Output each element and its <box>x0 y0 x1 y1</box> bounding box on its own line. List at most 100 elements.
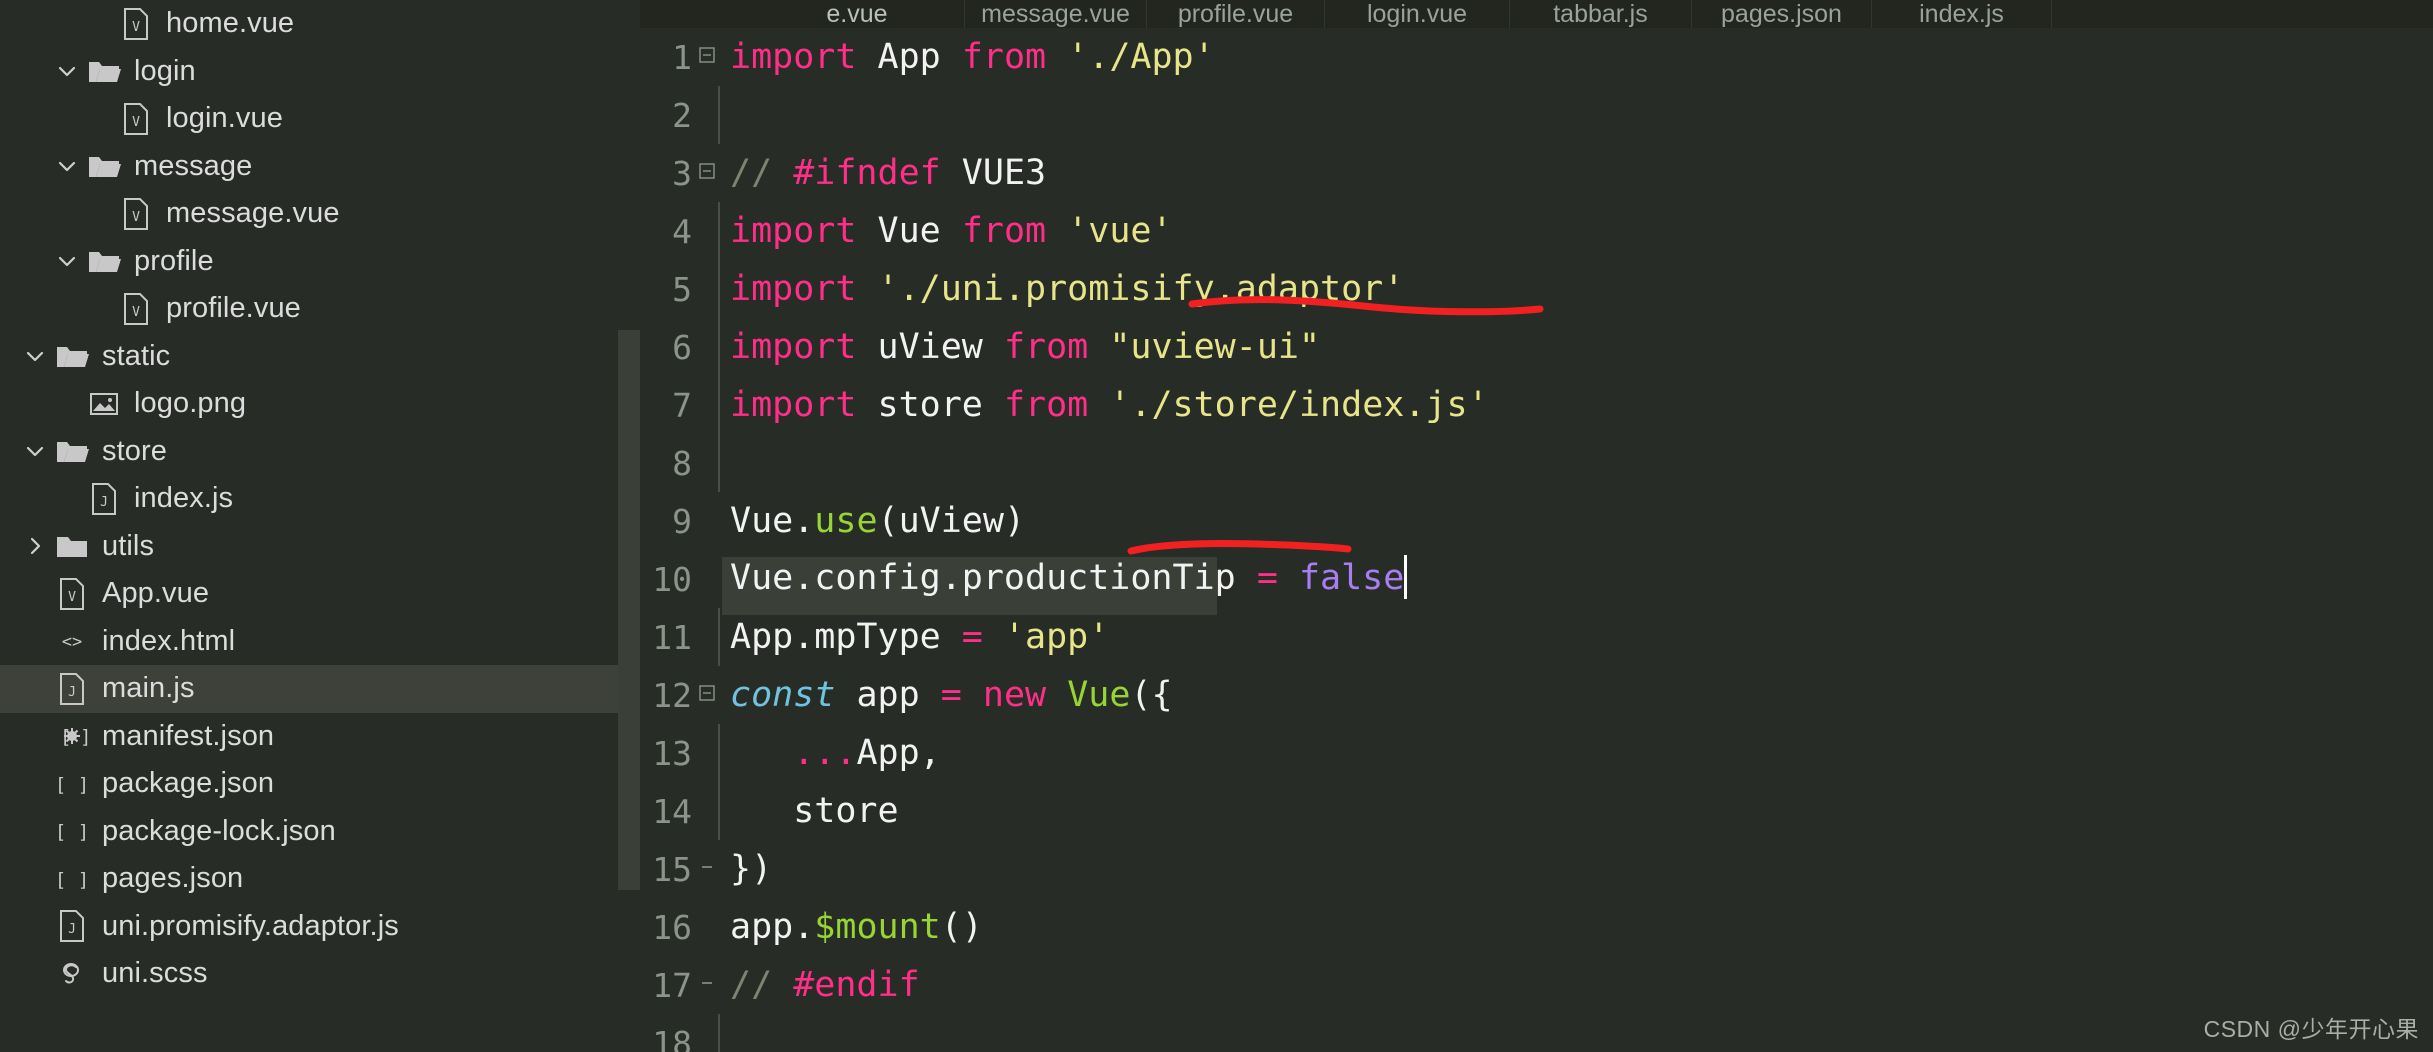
tree-item-label: profile <box>134 244 214 277</box>
code-line-18[interactable]: 18 <box>640 1014 2433 1052</box>
line-number: 4 <box>672 211 692 251</box>
editor-tab-tabbar-js[interactable]: tabbar.js <box>1510 0 1692 28</box>
indent-guide <box>718 608 720 666</box>
tree-item-package-lock-json[interactable]: [ ] package-lock.json <box>0 808 640 856</box>
code-line-5[interactable]: 5 import './uni.promisify.adaptor' <box>640 260 2433 318</box>
tree-item-uni-scss[interactable]: uni.scss <box>0 950 640 998</box>
code-token: // <box>730 965 794 1005</box>
tree-item-login[interactable]: login <box>0 48 640 96</box>
tree-item-utils[interactable]: utils <box>0 523 640 571</box>
chevron-down-icon[interactable] <box>50 59 84 83</box>
code-token: $mount <box>814 907 941 947</box>
editor-tab-pages-json[interactable]: pages.json <box>1692 0 1872 28</box>
chevron-down-icon[interactable] <box>18 439 52 463</box>
vue-file-icon: V <box>52 577 92 610</box>
code-line-9[interactable]: 9 Vue.use(uView) <box>640 492 2433 550</box>
fold-toggle-icon[interactable] <box>692 684 722 707</box>
code-line-15[interactable]: 15}) <box>640 840 2433 898</box>
line-number: 5 <box>672 269 692 309</box>
code-line-10[interactable]: 10 Vue.config.productionTip = false <box>640 550 2433 615</box>
code-line-8[interactable]: 8 <box>640 434 2433 492</box>
editor-tab-message-vue[interactable]: message.vue <box>965 0 1147 28</box>
code-token: './App' <box>1067 37 1215 77</box>
tree-item-message[interactable]: message <box>0 143 640 191</box>
code-line-13[interactable]: 13 ...App, <box>640 724 2433 782</box>
tree-item-label: login.vue <box>166 102 283 135</box>
tree-item-index-js[interactable]: Jindex.js <box>0 475 640 523</box>
tree-item-manifest-json[interactable]: [] manifest.json <box>0 713 640 761</box>
fold-toggle-icon[interactable] <box>692 46 722 69</box>
code-token: import <box>730 211 857 251</box>
tree-item-static[interactable]: static <box>0 333 640 381</box>
code-line-2[interactable]: 2 <box>640 86 2433 144</box>
js-file-icon: J <box>84 482 124 515</box>
code-line-6[interactable]: 6 import uView from "uview-ui" <box>640 318 2433 376</box>
tree-item-app-vue[interactable]: V App.vue <box>0 570 640 618</box>
code-line-14[interactable]: 14 store <box>640 782 2433 840</box>
editor-tab-login-vue[interactable]: login.vue <box>1325 0 1510 28</box>
tree-item-profile[interactable]: profile <box>0 238 640 286</box>
tree-item-uni-promisify-adaptor-js[interactable]: Juni.promisify.adaptor.js <box>0 903 640 951</box>
code-line-4[interactable]: 4 import Vue from 'vue' <box>640 202 2433 260</box>
code-token: Vue <box>730 501 794 541</box>
tree-item-logo-png[interactable]: logo.png <box>0 380 640 428</box>
editor-tab-e-vue[interactable]: e.vue <box>750 0 965 28</box>
tree-item-main-js[interactable]: Jmain.js <box>0 665 640 713</box>
fold-toggle-icon[interactable] <box>692 858 722 881</box>
fold-toggle-icon[interactable] <box>692 162 722 185</box>
line-number: 14 <box>652 791 692 831</box>
file-tree[interactable]: Vhome.vue login Vlogin.vue message Vmessage.… <box>0 0 640 998</box>
editor-tab-strip[interactable]: e.vue message.vue profile.vue login.vue tabb… <box>640 0 2433 28</box>
code-pane[interactable]: 1 import App from './App' 2 3 // #ifndef VUE… <box>640 28 2433 1052</box>
tree-item-label: message.vue <box>166 197 340 230</box>
chevron-down-icon[interactable] <box>18 344 52 368</box>
code-token: ({ <box>1130 675 1173 715</box>
tree-item-message-vue[interactable]: Vmessage.vue <box>0 190 640 238</box>
line-number: 8 <box>672 443 692 483</box>
fold-toggle-icon[interactable] <box>692 974 722 997</box>
tree-item-store[interactable]: store <box>0 428 640 476</box>
code-line-1[interactable]: 1 import App from './App' <box>640 28 2433 86</box>
tree-item-label: pages.json <box>102 862 244 895</box>
code-token: . <box>793 907 815 947</box>
editor-tab-profile-vue[interactable]: profile.vue <box>1147 0 1325 28</box>
tree-item-home-vue[interactable]: Vhome.vue <box>0 0 640 48</box>
code-line-11[interactable]: 11 App.mpType = 'app' <box>640 608 2433 666</box>
line-number: 18 <box>652 1023 692 1052</box>
code-token: #endif <box>793 965 920 1005</box>
explorer-scrollbar-thumb[interactable] <box>618 330 640 890</box>
tree-item-pages-json[interactable]: [ ] pages.json <box>0 855 640 903</box>
tree-item-package-json[interactable]: [ ] package.json <box>0 760 640 808</box>
tree-item-label: utils <box>102 529 155 562</box>
code-line-3[interactable]: 3 // #ifndef VUE3 <box>640 144 2433 202</box>
vue-file-icon: V <box>116 102 156 135</box>
js-file-icon: J <box>52 672 92 705</box>
tree-item-profile-vue[interactable]: Vprofile.vue <box>0 285 640 333</box>
code-token: app <box>730 907 794 947</box>
code-lines[interactable]: 1 import App from './App' 2 3 // #ifndef VUE… <box>640 28 2433 1052</box>
json-file-icon: [ ] <box>52 864 92 894</box>
code-line-content: import store from './store/index.js' <box>722 385 2433 425</box>
chevron-down-icon[interactable] <box>50 249 84 273</box>
line-number: 9 <box>672 501 692 541</box>
tree-item-login-vue[interactable]: Vlogin.vue <box>0 95 640 143</box>
code-line-7[interactable]: 7 import store from './store/index.js' <box>640 376 2433 434</box>
folder-open-icon <box>84 152 124 180</box>
code-token: false <box>1298 558 1405 598</box>
editor-tab-index-js[interactable]: index.js <box>1872 0 2052 28</box>
code-line-17[interactable]: 17 // #endif <box>640 956 2433 1014</box>
code-line-16[interactable]: 16 app.$mount() <box>640 898 2433 956</box>
tree-item-index-html[interactable]: <> index.html <box>0 618 640 666</box>
indent-guide <box>718 260 720 318</box>
chevron-down-icon[interactable] <box>50 154 84 178</box>
code-line-12[interactable]: 12 const app = new Vue({ <box>640 666 2433 724</box>
line-number: 3 <box>672 153 692 193</box>
chevron-right-icon[interactable] <box>18 534 52 558</box>
